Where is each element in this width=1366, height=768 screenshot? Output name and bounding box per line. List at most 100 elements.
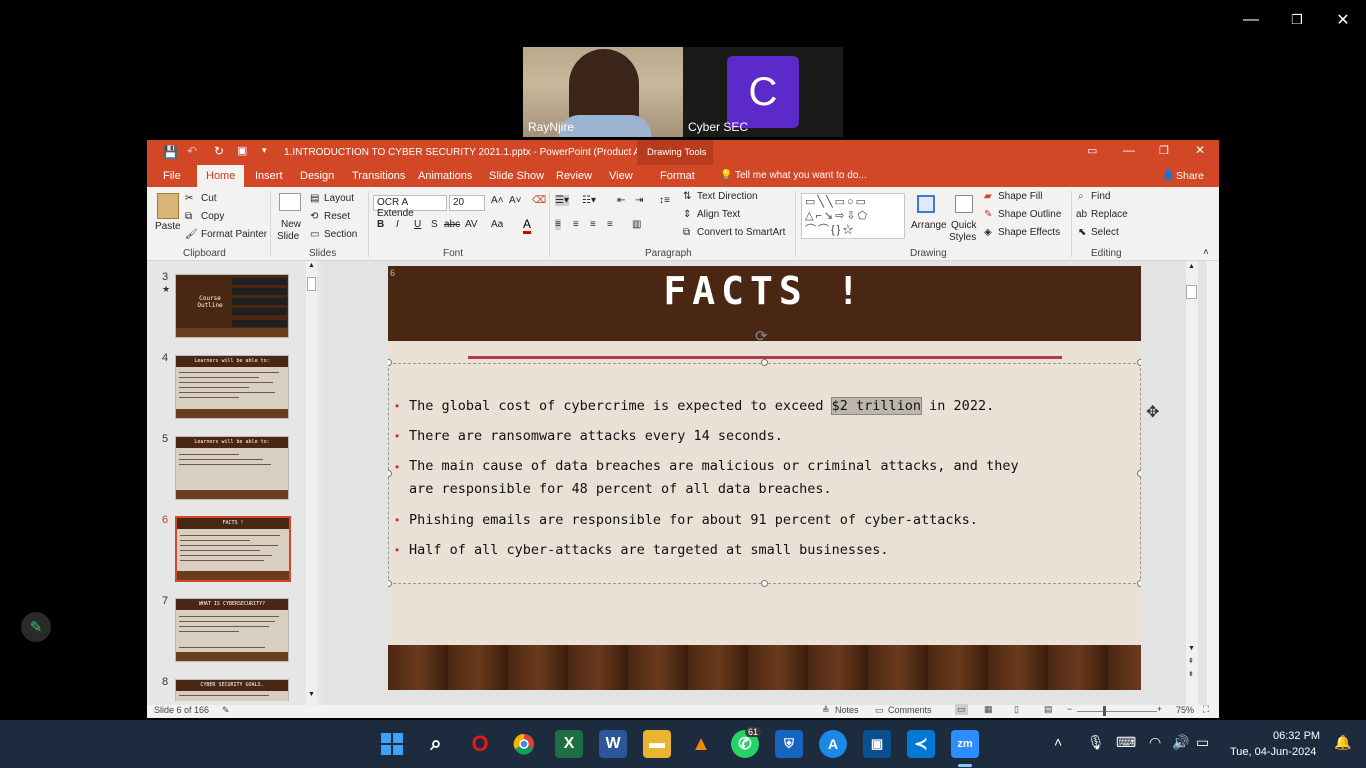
change-case-icon[interactable]: Aa xyxy=(491,219,503,230)
present-from-start-icon[interactable]: ▣ xyxy=(237,144,247,157)
resize-handle[interactable] xyxy=(388,580,392,587)
microphone-icon[interactable]: 🎙 xyxy=(1087,734,1105,751)
notes-button[interactable]: Notes xyxy=(835,705,859,715)
slide-thumbnail[interactable]: Learners will be able to: xyxy=(175,436,289,500)
format-painter-button[interactable]: Format Painter xyxy=(201,229,267,240)
slide-sorter-icon[interactable]: ▦ xyxy=(984,704,993,715)
notifications-icon[interactable]: 🔔 xyxy=(1334,734,1351,751)
bullet-3[interactable]: The main cause of data breaches are mali… xyxy=(409,455,1129,501)
remote-desktop-icon[interactable]: ▣ xyxy=(863,730,891,758)
reset-icon[interactable]: ⟲ xyxy=(310,211,318,222)
spellcheck-icon[interactable]: ✎ xyxy=(222,705,230,716)
align-text-icon[interactable]: ⇕ xyxy=(683,209,691,220)
resize-handle[interactable] xyxy=(1137,580,1141,587)
slide-thumbnail[interactable]: WHAT IS CYBERSECURITY? xyxy=(175,598,289,662)
tab-slide-show[interactable]: Slide Show xyxy=(489,165,544,187)
tab-transitions[interactable]: Transitions xyxy=(352,165,405,187)
volume-icon[interactable]: 🔊 xyxy=(1172,734,1189,751)
zoom-in-icon[interactable]: + xyxy=(1157,704,1162,714)
opera-icon[interactable]: O xyxy=(466,730,494,758)
font-color-icon[interactable]: A xyxy=(523,217,532,234)
zoom-icon[interactable]: zm xyxy=(951,730,979,758)
quick-styles-icon[interactable] xyxy=(955,195,973,213)
previous-slide-icon[interactable]: ⇞ xyxy=(1188,657,1194,665)
character-spacing-icon[interactable]: AV xyxy=(465,219,478,230)
content-textbox[interactable]: • The global cost of cybercrime is expec… xyxy=(388,363,1141,584)
ribbon-display-icon[interactable]: ▭ xyxy=(1087,144,1097,157)
paste-button[interactable]: Paste xyxy=(155,221,181,232)
chrome-icon[interactable] xyxy=(510,730,538,758)
tab-animations[interactable]: Animations xyxy=(418,165,472,187)
arrange-button[interactable]: Arrange xyxy=(911,220,947,231)
scroll-down-icon[interactable]: ▼ xyxy=(1188,645,1195,652)
bullet-1[interactable]: The global cost of cybercrime is expecte… xyxy=(409,395,1129,418)
zoom-slider-thumb[interactable] xyxy=(1103,706,1106,716)
increase-font-icon[interactable]: A˄ xyxy=(491,195,504,206)
new-slide-label-2[interactable]: Slide xyxy=(277,231,299,242)
justify-icon[interactable]: ≡ xyxy=(607,219,613,230)
new-slide-label-1[interactable]: New xyxy=(281,219,301,230)
file-explorer-icon[interactable]: ▬ xyxy=(643,730,671,758)
scroll-thumb[interactable] xyxy=(1186,285,1197,299)
save-icon[interactable]: 💾 xyxy=(163,145,178,159)
select-icon[interactable]: ⬉ xyxy=(1078,227,1086,238)
align-right-icon[interactable]: ≡ xyxy=(590,219,596,230)
shapes-gallery[interactable]: ▭╲╲▭○▭ △⌐↘⇨⇩⬠ ⌒⌒{}☆ xyxy=(801,193,905,239)
resize-handle[interactable] xyxy=(761,359,768,366)
decrease-font-icon[interactable]: A˅ xyxy=(509,195,522,206)
keyboard-icon[interactable]: ⌨ xyxy=(1116,734,1136,751)
layout-icon[interactable]: ▤ xyxy=(310,193,319,204)
smartart-icon[interactable]: ⧉ xyxy=(683,227,690,238)
replace-button[interactable]: Replace xyxy=(1091,209,1128,220)
convert-smartart-button[interactable]: Convert to SmartArt xyxy=(697,227,785,238)
scroll-down-icon[interactable]: ▼ xyxy=(308,691,315,698)
numbering-icon[interactable]: ☷▾ xyxy=(582,195,596,206)
bullet-4[interactable]: Phishing emails are responsible for abou… xyxy=(409,509,1129,532)
replace-icon[interactable]: ab xyxy=(1076,209,1087,220)
undo-icon[interactable]: ↶ xyxy=(187,144,197,158)
bold-icon[interactable]: B xyxy=(377,219,384,230)
search-icon[interactable]: ⌕ xyxy=(422,730,450,758)
columns-icon[interactable]: ▥ xyxy=(632,219,641,230)
reset-button[interactable]: Reset xyxy=(324,211,350,222)
copy-icon[interactable]: ⧉ xyxy=(185,211,192,222)
slide-title[interactable]: FACTS ! xyxy=(388,269,1141,313)
vscode-icon[interactable]: ≺ xyxy=(907,730,935,758)
tab-design[interactable]: Design xyxy=(300,165,334,187)
rotate-handle-icon[interactable]: ⟳ xyxy=(755,327,768,345)
font-name-select[interactable]: OCR A Extende xyxy=(373,195,447,219)
shape-effects-button[interactable]: Shape Effects xyxy=(998,227,1060,238)
shape-fill-icon[interactable]: ▰ xyxy=(984,191,992,202)
section-button[interactable]: Section xyxy=(324,229,357,240)
bullet-2[interactable]: There are ransomware attacks every 14 se… xyxy=(409,425,1129,448)
layout-button[interactable]: Layout xyxy=(324,193,354,204)
share-button[interactable]: Share xyxy=(1176,165,1204,187)
ppt-close-icon[interactable]: ✕ xyxy=(1195,143,1205,157)
slide-thumbnail[interactable]: CYBER SECURITY GOALS. xyxy=(175,679,289,701)
minimize-button[interactable]: — xyxy=(1228,0,1274,40)
app-store-icon[interactable]: A xyxy=(819,730,847,758)
slideshow-view-icon[interactable]: ▤ xyxy=(1044,704,1053,715)
ppt-maximize-icon[interactable]: ❐ xyxy=(1159,144,1169,157)
clock-time[interactable]: 06:32 PM xyxy=(1273,730,1320,742)
shape-fill-button[interactable]: Shape Fill xyxy=(998,191,1042,202)
decrease-indent-icon[interactable]: ⇤ xyxy=(617,195,625,206)
resize-handle[interactable] xyxy=(1137,359,1141,366)
underline-icon[interactable]: U xyxy=(414,219,421,230)
participant-tile-cybersec[interactable]: C Cyber SEC xyxy=(683,47,843,137)
thumb-scrollbar[interactable]: ▲ ▼ xyxy=(306,261,317,705)
tab-file[interactable]: File xyxy=(163,165,181,187)
close-button[interactable]: ✕ xyxy=(1320,0,1366,40)
quick-styles-label-2[interactable]: Styles xyxy=(949,232,976,243)
tab-format[interactable]: Format xyxy=(660,165,695,187)
line-spacing-icon[interactable]: ↕≡ xyxy=(659,195,670,206)
bullets-icon[interactable]: ☰▾ xyxy=(555,195,569,206)
security-app-icon[interactable]: ⛨ xyxy=(775,730,803,758)
italic-icon[interactable]: I xyxy=(396,219,399,230)
tab-insert[interactable]: Insert xyxy=(255,165,283,187)
participant-tile-rayn[interactable]: RayNjire xyxy=(523,47,683,137)
zoom-slider[interactable] xyxy=(1077,711,1157,712)
start-windows-icon[interactable] xyxy=(378,730,406,758)
section-icon[interactable]: ▭ xyxy=(310,229,319,240)
find-button[interactable]: Find xyxy=(1091,191,1110,202)
